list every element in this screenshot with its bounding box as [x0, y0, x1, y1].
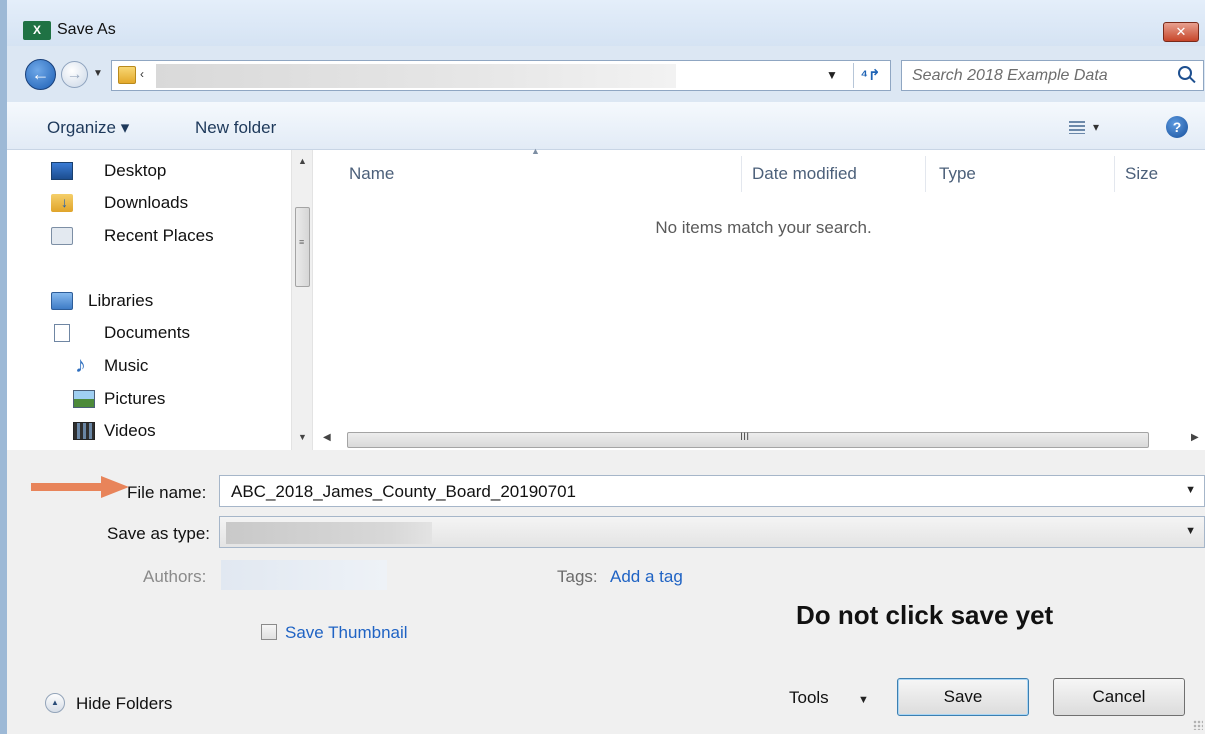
empty-results-message: No items match your search.	[655, 218, 872, 237]
navigation-pane: Desktop Downloads Recent Places Librarie…	[7, 150, 291, 450]
save-as-type-label: Save as type:	[107, 524, 211, 543]
title-bar: X Save As ✕	[7, 0, 1205, 46]
desktop-icon	[51, 162, 73, 180]
save-as-type-select[interactable]: ▼	[219, 516, 1205, 548]
libraries-icon	[51, 292, 73, 310]
sidebar-item-label: Libraries	[88, 291, 154, 310]
column-header-label: Type	[939, 164, 976, 183]
horizontal-scroll-thumb[interactable]: III	[347, 431, 1149, 448]
back-button[interactable]: ←	[25, 59, 56, 90]
chevron-left-icon[interactable]: ‹	[140, 67, 144, 81]
navigation-bar: ← → ▼ ‹ ▼ ⁴↱	[7, 46, 1205, 102]
save-button[interactable]: Save	[897, 678, 1029, 716]
scroll-grip-icon: ≡	[299, 237, 305, 247]
pictures-icon	[73, 390, 95, 408]
documents-icon	[54, 324, 70, 342]
sidebar-item-label: Music	[104, 356, 149, 375]
organize-button[interactable]: Organize ▾	[47, 118, 129, 138]
authors-label: Authors:	[143, 567, 207, 586]
address-bar[interactable]: ‹ ▼ ⁴↱	[111, 60, 891, 91]
recent-places-icon	[51, 227, 73, 245]
scroll-up-arrow[interactable]: ▲	[298, 156, 307, 166]
sidebar-item-label: Recent Places	[104, 226, 214, 245]
scroll-thumb[interactable]: ≡	[295, 207, 310, 287]
address-path-redacted	[156, 64, 676, 88]
column-header-name[interactable]: Name	[349, 164, 394, 184]
save-as-type-dropdown-icon[interactable]: ▼	[1185, 525, 1196, 537]
tools-button[interactable]: Tools	[789, 688, 829, 708]
save-thumbnail-label[interactable]: Save Thumbnail	[285, 623, 408, 643]
add-tag-link[interactable]: Add a tag	[610, 567, 683, 587]
column-header-label: Date modified	[752, 164, 857, 183]
new-folder-button[interactable]: New folder	[195, 118, 276, 138]
file-name-input[interactable]: ABC_2018_James_County_Board_20190701 ▼	[219, 475, 1205, 507]
column-header-label: Size	[1125, 164, 1159, 183]
command-bar: Organize ▾ New folder ▾ ?	[7, 102, 1205, 150]
cancel-button[interactable]: Cancel	[1053, 678, 1185, 716]
videos-icon	[73, 422, 95, 440]
help-icon[interactable]: ?	[1166, 116, 1188, 138]
column-separator[interactable]	[925, 156, 926, 192]
navigation-pane-scrollbar[interactable]: ▲ ≡ ▼	[291, 150, 312, 450]
column-header-label: Name	[349, 164, 395, 183]
forward-button[interactable]: →	[61, 61, 88, 88]
hide-folders-button[interactable]: Hide Folders	[76, 694, 172, 714]
scroll-grip-icon: III	[740, 431, 750, 443]
sidebar-item-label: Desktop	[104, 161, 167, 180]
tags-label: Tags:	[557, 567, 598, 586]
save-as-dialog: X Save As ✕ ← → ▼ ‹ ▼ ⁴↱ Organize ▾ New …	[0, 0, 1205, 734]
file-name-label: File name:	[127, 483, 207, 502]
column-header-date-modified[interactable]: Date modified	[752, 164, 857, 184]
authors-field-redacted[interactable]	[221, 560, 387, 590]
save-thumbnail-checkbox[interactable]	[261, 624, 277, 640]
sidebar-item-label: Downloads	[104, 193, 189, 212]
horizontal-scrollbar[interactable]: ◀ III ▶	[313, 430, 1205, 450]
annotation-note: Do not click save yet	[796, 600, 1054, 630]
close-button[interactable]: ✕	[1163, 22, 1199, 42]
scroll-down-arrow[interactable]: ▼	[298, 432, 307, 442]
sidebar-item-label: Documents	[104, 323, 190, 342]
sort-ascending-icon: ▲	[531, 146, 540, 156]
tools-dropdown-icon[interactable]: ▼	[858, 694, 869, 706]
sidebar-item-label: Pictures	[104, 389, 166, 408]
file-name-dropdown-icon[interactable]: ▼	[1185, 484, 1196, 496]
folder-icon	[118, 66, 136, 84]
recent-locations-dropdown[interactable]: ▼	[93, 68, 103, 79]
refresh-button[interactable]: ⁴↱	[853, 63, 887, 88]
scroll-right-arrow[interactable]: ▶	[1191, 432, 1199, 443]
save-options-panel: File name: ABC_2018_James_County_Board_2…	[7, 450, 1205, 734]
file-list: Name ▲ Date modified Type Size No items …	[312, 146, 1205, 450]
downloads-icon	[51, 194, 73, 212]
column-header-type[interactable]: Type	[939, 164, 976, 184]
column-header-size[interactable]: Size	[1125, 164, 1158, 184]
chevron-up-icon[interactable]: ▲	[45, 693, 65, 713]
address-dropdown-button[interactable]: ▼	[826, 68, 838, 82]
window-title: Save As	[57, 21, 116, 38]
sidebar-item-label: Videos	[104, 421, 156, 440]
column-separator[interactable]	[741, 156, 742, 192]
file-name-value[interactable]: ABC_2018_James_County_Board_20190701	[231, 482, 576, 502]
search-box[interactable]	[901, 60, 1204, 91]
music-icon	[73, 353, 95, 377]
view-options-icon[interactable]	[1069, 121, 1085, 134]
save-as-type-value-redacted	[226, 522, 432, 544]
scroll-left-arrow[interactable]: ◀	[323, 432, 331, 443]
view-options-dropdown[interactable]: ▾	[1093, 120, 1099, 134]
excel-app-icon: X	[23, 21, 51, 40]
search-input[interactable]	[902, 61, 1172, 90]
resize-grip-icon[interactable]	[1193, 720, 1203, 730]
column-separator[interactable]	[1114, 156, 1115, 192]
search-icon[interactable]	[1178, 66, 1192, 80]
annotation-arrow-icon	[31, 476, 129, 498]
